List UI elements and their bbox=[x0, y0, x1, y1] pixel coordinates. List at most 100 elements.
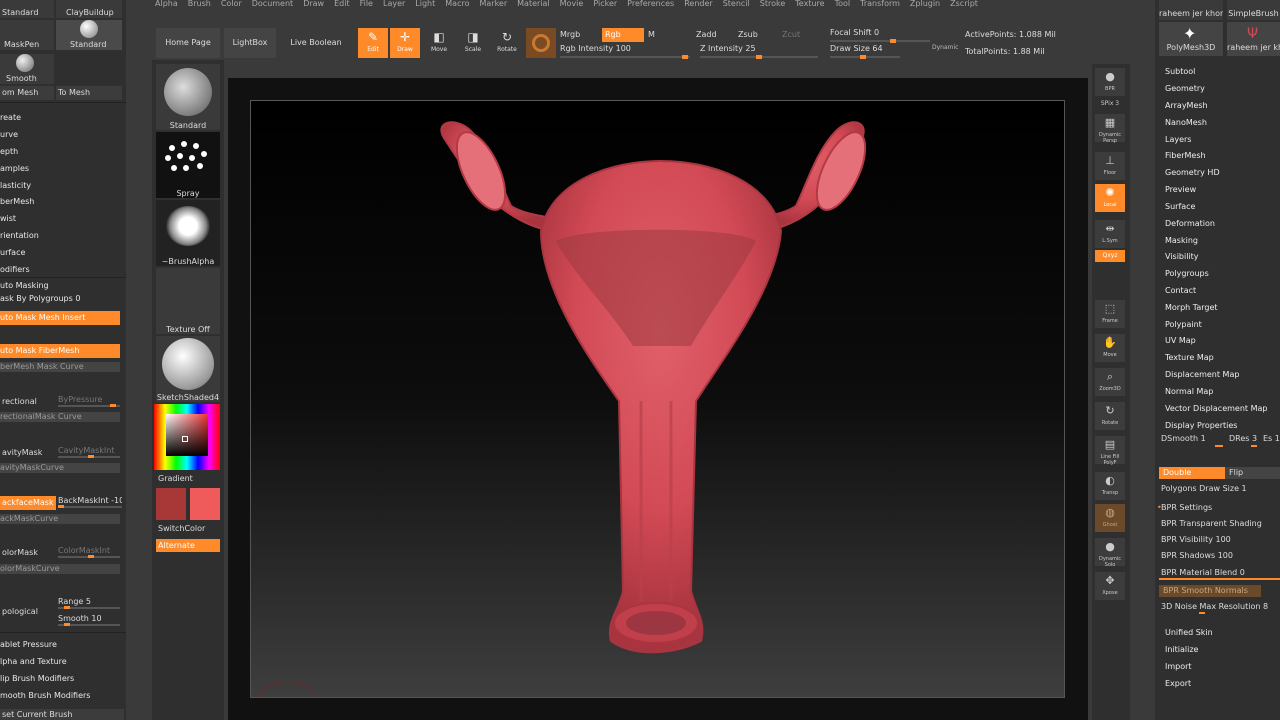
backmask-curve[interactable]: ackMaskCurve bbox=[0, 514, 120, 524]
menu-picker[interactable]: Picker bbox=[588, 0, 622, 10]
secondary-color-swatch[interactable] bbox=[190, 488, 220, 520]
rgb-toggle[interactable]: Rgb bbox=[602, 28, 644, 42]
rotate-button[interactable]: ↻ Rotate bbox=[492, 28, 522, 58]
brush-thumb-standard-2[interactable]: Standard bbox=[56, 20, 122, 50]
export-menu[interactable]: Export bbox=[1165, 678, 1191, 690]
masking-menu[interactable]: Masking bbox=[1165, 235, 1198, 247]
zadd-button[interactable]: Zadd bbox=[696, 28, 726, 42]
menu-tool[interactable]: Tool bbox=[830, 0, 856, 10]
persp-button[interactable]: ▦ Dynamic Persp bbox=[1095, 114, 1125, 144]
reset-current-brush-button[interactable]: set Current Brush bbox=[0, 709, 124, 720]
xpose-button[interactable]: ✥ Xpose bbox=[1095, 572, 1125, 600]
visibility-menu[interactable]: Visibility bbox=[1165, 251, 1199, 263]
color-mask-int-slider[interactable]: ColorMaskInt bbox=[58, 546, 120, 558]
menu-stroke[interactable]: Stroke bbox=[755, 0, 791, 10]
dres-thumb[interactable] bbox=[1251, 445, 1257, 447]
slider-thumb[interactable] bbox=[64, 623, 70, 626]
unified-skin-menu[interactable]: Unified Skin bbox=[1165, 627, 1213, 639]
noise-max-thumb[interactable] bbox=[1199, 612, 1205, 614]
menu-edit[interactable]: Edit bbox=[329, 0, 355, 10]
dres-slider[interactable]: DRes 3 bbox=[1229, 433, 1257, 445]
spix-slider[interactable]: SPix 3 bbox=[1092, 100, 1128, 107]
menu-render[interactable]: Render bbox=[679, 0, 717, 10]
menu-tablet-pressure[interactable]: ablet Pressure bbox=[0, 638, 126, 652]
backface-mask-toggle[interactable]: ackfaceMask bbox=[0, 496, 56, 510]
zoom3d-button[interactable]: ⌕ Zoom3D bbox=[1095, 368, 1125, 396]
nanomesh-menu[interactable]: NanoMesh bbox=[1165, 117, 1207, 129]
surface-menu[interactable]: Surface bbox=[1165, 201, 1195, 213]
switch-color-button[interactable]: SwitchColor bbox=[158, 524, 205, 533]
menu-light[interactable]: Light bbox=[410, 0, 440, 10]
material-sphere-button[interactable] bbox=[526, 28, 556, 58]
menu-macro[interactable]: Macro bbox=[440, 0, 474, 10]
draw-size-slider[interactable]: Draw Size 64 bbox=[830, 44, 900, 59]
menu-zplugin[interactable]: Zplugin bbox=[905, 0, 945, 10]
bpr-transparent-shading-toggle[interactable]: BPR Transparent Shading bbox=[1161, 518, 1262, 530]
menu-curve[interactable]: urve bbox=[0, 128, 126, 142]
menu-smooth-brush-modifiers[interactable]: mooth Brush Modifiers bbox=[0, 689, 126, 703]
initialize-menu[interactable]: Initialize bbox=[1165, 644, 1198, 656]
slider-thumb[interactable] bbox=[64, 606, 70, 609]
menu-color[interactable]: Color bbox=[216, 0, 247, 10]
morph-target-menu[interactable]: Morph Target bbox=[1165, 302, 1218, 314]
menu-samples[interactable]: amples bbox=[0, 162, 126, 176]
ghost-button[interactable]: ◍ Ghost bbox=[1095, 504, 1125, 532]
menu-transform[interactable]: Transform bbox=[855, 0, 905, 10]
lightbox-button[interactable]: LightBox bbox=[224, 28, 276, 58]
menu-surface[interactable]: urface bbox=[0, 246, 126, 260]
range-slider[interactable]: Range 5 bbox=[58, 597, 120, 609]
es-slider[interactable]: Es 1 bbox=[1263, 433, 1280, 445]
import-menu[interactable]: Import bbox=[1165, 661, 1192, 673]
tool-thumb-simplebrush[interactable]: SimpleBrush bbox=[1227, 0, 1280, 20]
local-button[interactable]: ✺ Local bbox=[1095, 184, 1125, 212]
color-picker-cursor[interactable] bbox=[182, 436, 188, 442]
menu-orientation[interactable]: rientation bbox=[0, 229, 126, 243]
menu-movie[interactable]: Movie bbox=[555, 0, 589, 10]
bpr-button[interactable]: ● BPR bbox=[1095, 68, 1125, 96]
dsmooth-slider[interactable]: DSmooth 1 bbox=[1161, 433, 1206, 445]
transp-button[interactable]: ◐ Transp bbox=[1095, 472, 1125, 500]
menu-alpha-and-texture[interactable]: lpha and Texture bbox=[0, 655, 126, 669]
slider-thumb[interactable] bbox=[88, 455, 94, 458]
brush-thumb-maskpen[interactable]: MaskPen bbox=[0, 20, 54, 50]
menu-depth[interactable]: epth bbox=[0, 145, 126, 159]
floor-button[interactable]: ⊥ Floor bbox=[1095, 152, 1125, 180]
polygons-draw-size-slider[interactable]: Polygons Draw Size 1 bbox=[1161, 483, 1247, 495]
fibermesh-mask-curve[interactable]: berMesh Mask Curve bbox=[0, 362, 120, 372]
dynamic-toggle[interactable]: Dynamic bbox=[932, 44, 958, 51]
rgb-intensity-slider[interactable]: Rgb Intensity 100 bbox=[560, 44, 690, 59]
directional-mask-curve[interactable]: rectionalMask Curve bbox=[0, 412, 120, 422]
mask-by-polygroups-slider[interactable]: ask By Polygroups 0 bbox=[0, 292, 126, 306]
geometry-menu[interactable]: Geometry bbox=[1165, 83, 1205, 95]
contact-menu[interactable]: Contact bbox=[1165, 285, 1196, 297]
z-intensity-slider[interactable]: Z Intensity 25 bbox=[700, 44, 818, 59]
preview-menu[interactable]: Preview bbox=[1165, 184, 1196, 196]
texture-off[interactable]: Texture Off bbox=[156, 268, 220, 334]
displacement-map-menu[interactable]: Displacement Map bbox=[1165, 369, 1239, 381]
menu-twist[interactable]: wist bbox=[0, 212, 126, 226]
menu-draw[interactable]: Draw bbox=[298, 0, 329, 10]
menu-alpha[interactable]: Alpha bbox=[150, 0, 183, 10]
noise-max-resolution-slider[interactable]: 3D Noise Max Resolution 8 bbox=[1161, 601, 1268, 613]
uv-map-menu[interactable]: UV Map bbox=[1165, 335, 1196, 347]
menu-material[interactable]: Material bbox=[512, 0, 555, 10]
viewport-canvas[interactable] bbox=[250, 100, 1065, 698]
tool-thumb-raheem-1[interactable]: raheem jer khord bbox=[1159, 0, 1223, 20]
menu-brush[interactable]: Brush bbox=[183, 0, 216, 10]
current-brush-standard[interactable]: Standard bbox=[156, 64, 220, 130]
color-mask-curve[interactable]: olorMaskCurve bbox=[0, 564, 120, 574]
color-picker-hue-wheel[interactable] bbox=[154, 404, 220, 470]
polypaint-menu[interactable]: Polypaint bbox=[1165, 319, 1202, 331]
slider-thumb[interactable] bbox=[58, 505, 64, 508]
directional-button[interactable]: rectional bbox=[0, 395, 56, 409]
fibermesh-menu[interactable]: FiberMesh bbox=[1165, 150, 1206, 162]
menu-document[interactable]: Document bbox=[247, 0, 298, 10]
cavity-mask-int-slider[interactable]: CavityMaskInt bbox=[58, 446, 120, 458]
menu-texture[interactable]: Texture bbox=[790, 0, 829, 10]
vector-displacement-map-menu[interactable]: Vector Displacement Map bbox=[1165, 403, 1267, 415]
menu-zscript[interactable]: Zscript bbox=[945, 0, 983, 10]
to-mesh-button[interactable]: To Mesh bbox=[56, 86, 122, 100]
auto-mask-fibermesh-toggle[interactable]: uto Mask FiberMesh bbox=[0, 344, 120, 358]
live-boolean-button[interactable]: Live Boolean bbox=[286, 28, 346, 58]
menu-marker[interactable]: Marker bbox=[474, 0, 512, 10]
